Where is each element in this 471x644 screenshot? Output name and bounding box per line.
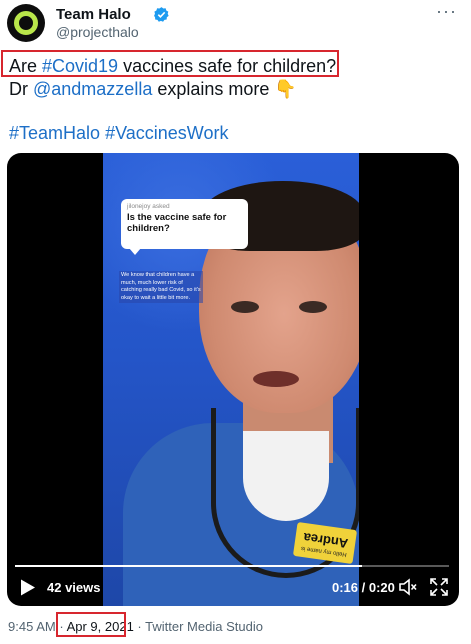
progress-fill [15, 565, 363, 567]
halo-logo-icon [14, 11, 38, 35]
display-name[interactable]: Team Halo [56, 6, 131, 23]
video-frame[interactable]: Andrea Hello my name is jilonejoy asked … [103, 153, 359, 606]
question-sticker: jilonejoy asked Is the vaccine safe for … [121, 199, 248, 255]
progress-bar[interactable] [15, 565, 449, 567]
mention-andmazzella[interactable]: @andmazzella [33, 79, 152, 99]
separator: · [137, 619, 142, 634]
answer-caption: We know that children have a much, much … [119, 271, 203, 304]
handle[interactable]: @projecthalo [56, 24, 139, 40]
volume-muted-icon[interactable] [398, 577, 418, 597]
verified-badge-icon [154, 7, 169, 22]
highlight-box-question [1, 50, 339, 77]
hashtag-teamhalo[interactable]: #TeamHalo [9, 123, 100, 143]
eye [231, 301, 259, 313]
tweet-line-3: #TeamHalo #VaccinesWork [9, 122, 228, 144]
text: explains more [152, 79, 275, 99]
fullscreen-icon[interactable] [429, 577, 449, 597]
highlight-box-date [56, 612, 126, 637]
video-player[interactable]: Andrea Hello my name is jilonejoy asked … [7, 153, 459, 606]
pointing-down-emoji: 👇 [274, 79, 297, 99]
mouth [253, 371, 299, 387]
tweet-source[interactable]: Twitter Media Studio [145, 619, 263, 634]
text: Dr [9, 79, 33, 99]
hashtag-vaccineswork[interactable]: #VaccinesWork [105, 123, 228, 143]
tweet-line-2: Dr @andmazzella explains more 👇 [9, 78, 297, 100]
avatar[interactable] [7, 4, 45, 42]
view-count: 42 views [47, 580, 101, 595]
play-icon[interactable] [20, 579, 36, 596]
question-asker: jilonejoy asked [127, 203, 170, 210]
question-text: Is the vaccine safe for children? [127, 212, 227, 234]
tweet-time[interactable]: 9:45 AM [8, 619, 56, 634]
more-options-icon[interactable]: ··· [436, 1, 457, 22]
eye [299, 301, 327, 313]
tweet-meta: 9:45 AM · Apr 9, 2021 · Twitter Media St… [8, 619, 263, 634]
playback-time: 0:16 / 0:20 [332, 580, 395, 595]
